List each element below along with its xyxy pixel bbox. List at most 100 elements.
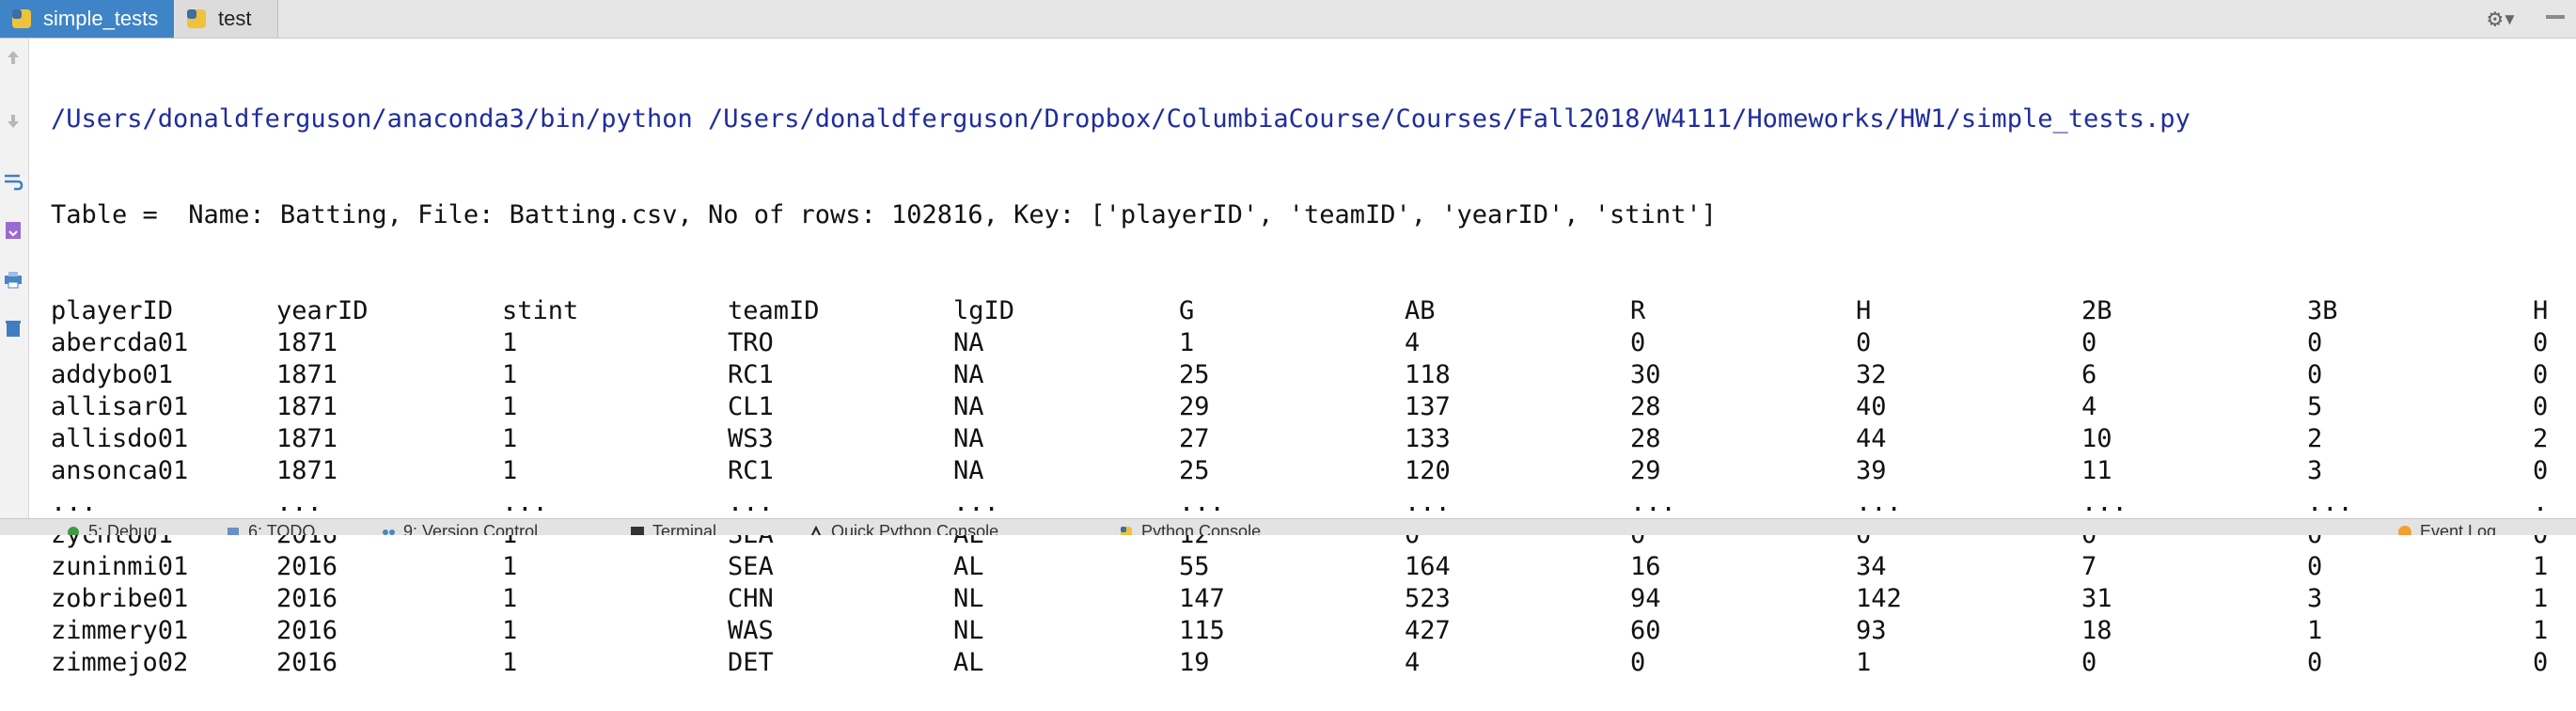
table-cell: 427 (1405, 616, 1451, 645)
version-control-tool-button[interactable]: 9: Version Control (381, 522, 538, 535)
debug-tool-button[interactable]: 5: Debug (66, 522, 157, 535)
tool-label: 9: Version Control (403, 522, 539, 535)
table-cell: 0 (2533, 360, 2549, 389)
table-cell: 55 (1179, 552, 1210, 581)
table-row: zimmejo02 2016 1 DET AL 19 4 0 1 0 0 0 (51, 647, 2576, 679)
table-cell: ... (953, 488, 999, 517)
tool-label: 6: TODO (248, 522, 316, 535)
terminal-tool-button[interactable]: Terminal (630, 522, 716, 535)
run-console-output[interactable]: /Users/donaldferguson/anaconda3/bin/pyth… (51, 40, 2576, 677)
table-cell: CHN (728, 584, 774, 613)
table-cell: 5 (2307, 392, 2323, 421)
table-cell: 1 (502, 424, 518, 453)
column-header: 2B (2081, 296, 2113, 325)
table-summary-line: Table = Name: Batting, File: Batting.csv… (51, 200, 1717, 229)
table-cell: 1871 (276, 328, 338, 357)
python-console-tool-button[interactable]: Python Console (1119, 522, 1261, 535)
batting-table: playerID yearID stint teamID lgID G AB R H 2B 3B Ha… (51, 295, 2576, 679)
table-cell: . (2533, 488, 2549, 517)
tab-label: test (218, 7, 252, 30)
column-header: 3B (2307, 296, 2338, 325)
table-cell: SEA (728, 552, 774, 581)
table-cell: RC1 (728, 360, 774, 389)
minimize-icon[interactable] (2546, 15, 2565, 19)
table-row: zuninmi01 2016 1 SEA AL 55 164 16 34 7 0 1 (51, 551, 2576, 583)
gear-icon[interactable]: ⚙▾ (2488, 5, 2535, 33)
table-cell: 25 (1179, 456, 1210, 485)
tab-simple-tests[interactable]: simple_tests (0, 0, 174, 38)
table-cell: TRO (728, 328, 774, 357)
table-cell: 28 (1630, 424, 1661, 453)
scroll-to-end-icon[interactable] (2, 219, 24, 242)
table-cell: 120 (1405, 456, 1451, 485)
trash-icon[interactable] (2, 317, 24, 340)
vcs-icon (381, 525, 396, 536)
soft-wrap-icon[interactable] (2, 170, 24, 193)
table-cell: AL (953, 552, 984, 581)
python-icon (1119, 525, 1134, 535)
table-cell: 18 (2081, 616, 2113, 645)
table-cell: 1871 (276, 424, 338, 453)
table-cell: abercda01 (51, 328, 189, 357)
tool-label: 5: Debug (88, 522, 158, 535)
table-row: zimmery01 2016 1 WAS NL 115 427 60 93 18 1 1 (51, 615, 2576, 647)
table-cell: 0 (2307, 360, 2323, 389)
table-cell: zimmery01 (51, 616, 189, 645)
table-cell: 40 (1856, 392, 1887, 421)
event-log-tool-button[interactable]: Event Log (2397, 522, 2496, 535)
table-cell: 1 (502, 328, 518, 357)
table-cell: 31 (2081, 584, 2113, 613)
command-line: /Users/donaldferguson/anaconda3/bin/pyth… (51, 104, 2191, 134)
column-header: teamID (728, 296, 820, 325)
table-cell: WAS (728, 616, 774, 645)
terminal-icon (630, 525, 645, 535)
tool-label: Terminal (652, 522, 717, 535)
table-cell: 10 (2081, 424, 2113, 453)
table-cell: ... (1630, 488, 1676, 517)
table-cell: zuninmi01 (51, 552, 189, 581)
table-cell: zimmejo02 (51, 648, 189, 677)
table-cell: 1 (502, 616, 518, 645)
table-cell: ... (51, 488, 97, 517)
table-cell: 0 (1630, 328, 1646, 357)
print-icon[interactable] (2, 268, 24, 291)
tool-label: Event Log (2420, 522, 2497, 535)
quick-python-console-tool-button[interactable]: Quick Python Console (809, 522, 998, 535)
up-arrow-icon[interactable] (2, 46, 24, 69)
table-cell: ... (502, 488, 548, 517)
down-arrow-icon[interactable] (2, 110, 24, 133)
table-row: addybo01 1871 1 RC1 NA 25 118 30 32 6 0 0 (51, 359, 2576, 391)
table-cell: 3 (2307, 584, 2323, 613)
tool-label: Quick Python Console (831, 522, 999, 535)
table-cell: 29 (1630, 456, 1661, 485)
table-cell: 2 (2307, 424, 2323, 453)
table-cell: 16 (1630, 552, 1661, 581)
table-cell: 4 (1405, 328, 1421, 357)
table-cell: 1 (2307, 616, 2323, 645)
column-header: H (1856, 296, 1872, 325)
table-cell: 0 (1630, 648, 1646, 677)
table-cell: 1 (2533, 616, 2549, 645)
todo-tool-button[interactable]: 6: TODO (226, 522, 315, 535)
table-cell: 7 (2081, 552, 2097, 581)
table-header-row: playerID yearID stint teamID lgID G AB R H 2B 3B H (51, 295, 2576, 327)
table-row: allisar01 1871 1 CL1 NA 29 137 28 40 4 5 0 (51, 391, 2576, 423)
tab-test[interactable]: test (175, 0, 278, 38)
table-cell: 11 (2081, 456, 2113, 485)
table-row: .................................. (51, 487, 2576, 519)
table-cell: 118 (1405, 360, 1451, 389)
table-cell: ... (1856, 488, 1902, 517)
table-cell: 94 (1630, 584, 1661, 613)
table-cell: 164 (1405, 552, 1451, 581)
debug-icon (66, 525, 81, 535)
table-cell: 1 (1856, 648, 1872, 677)
table-cell: 523 (1405, 584, 1451, 613)
table-cell: 3 (2307, 456, 2323, 485)
table-cell: 4 (1405, 648, 1421, 677)
table-cell: ... (1179, 488, 1225, 517)
table-row: abercda01 1871 1 TRO NA 1 4 0 0 0 0 0 (51, 327, 2576, 359)
table-cell: 2016 (276, 648, 338, 677)
table-cell: 0 (2081, 648, 2097, 677)
table-cell: 1871 (276, 360, 338, 389)
column-header: lgID (953, 296, 1015, 325)
